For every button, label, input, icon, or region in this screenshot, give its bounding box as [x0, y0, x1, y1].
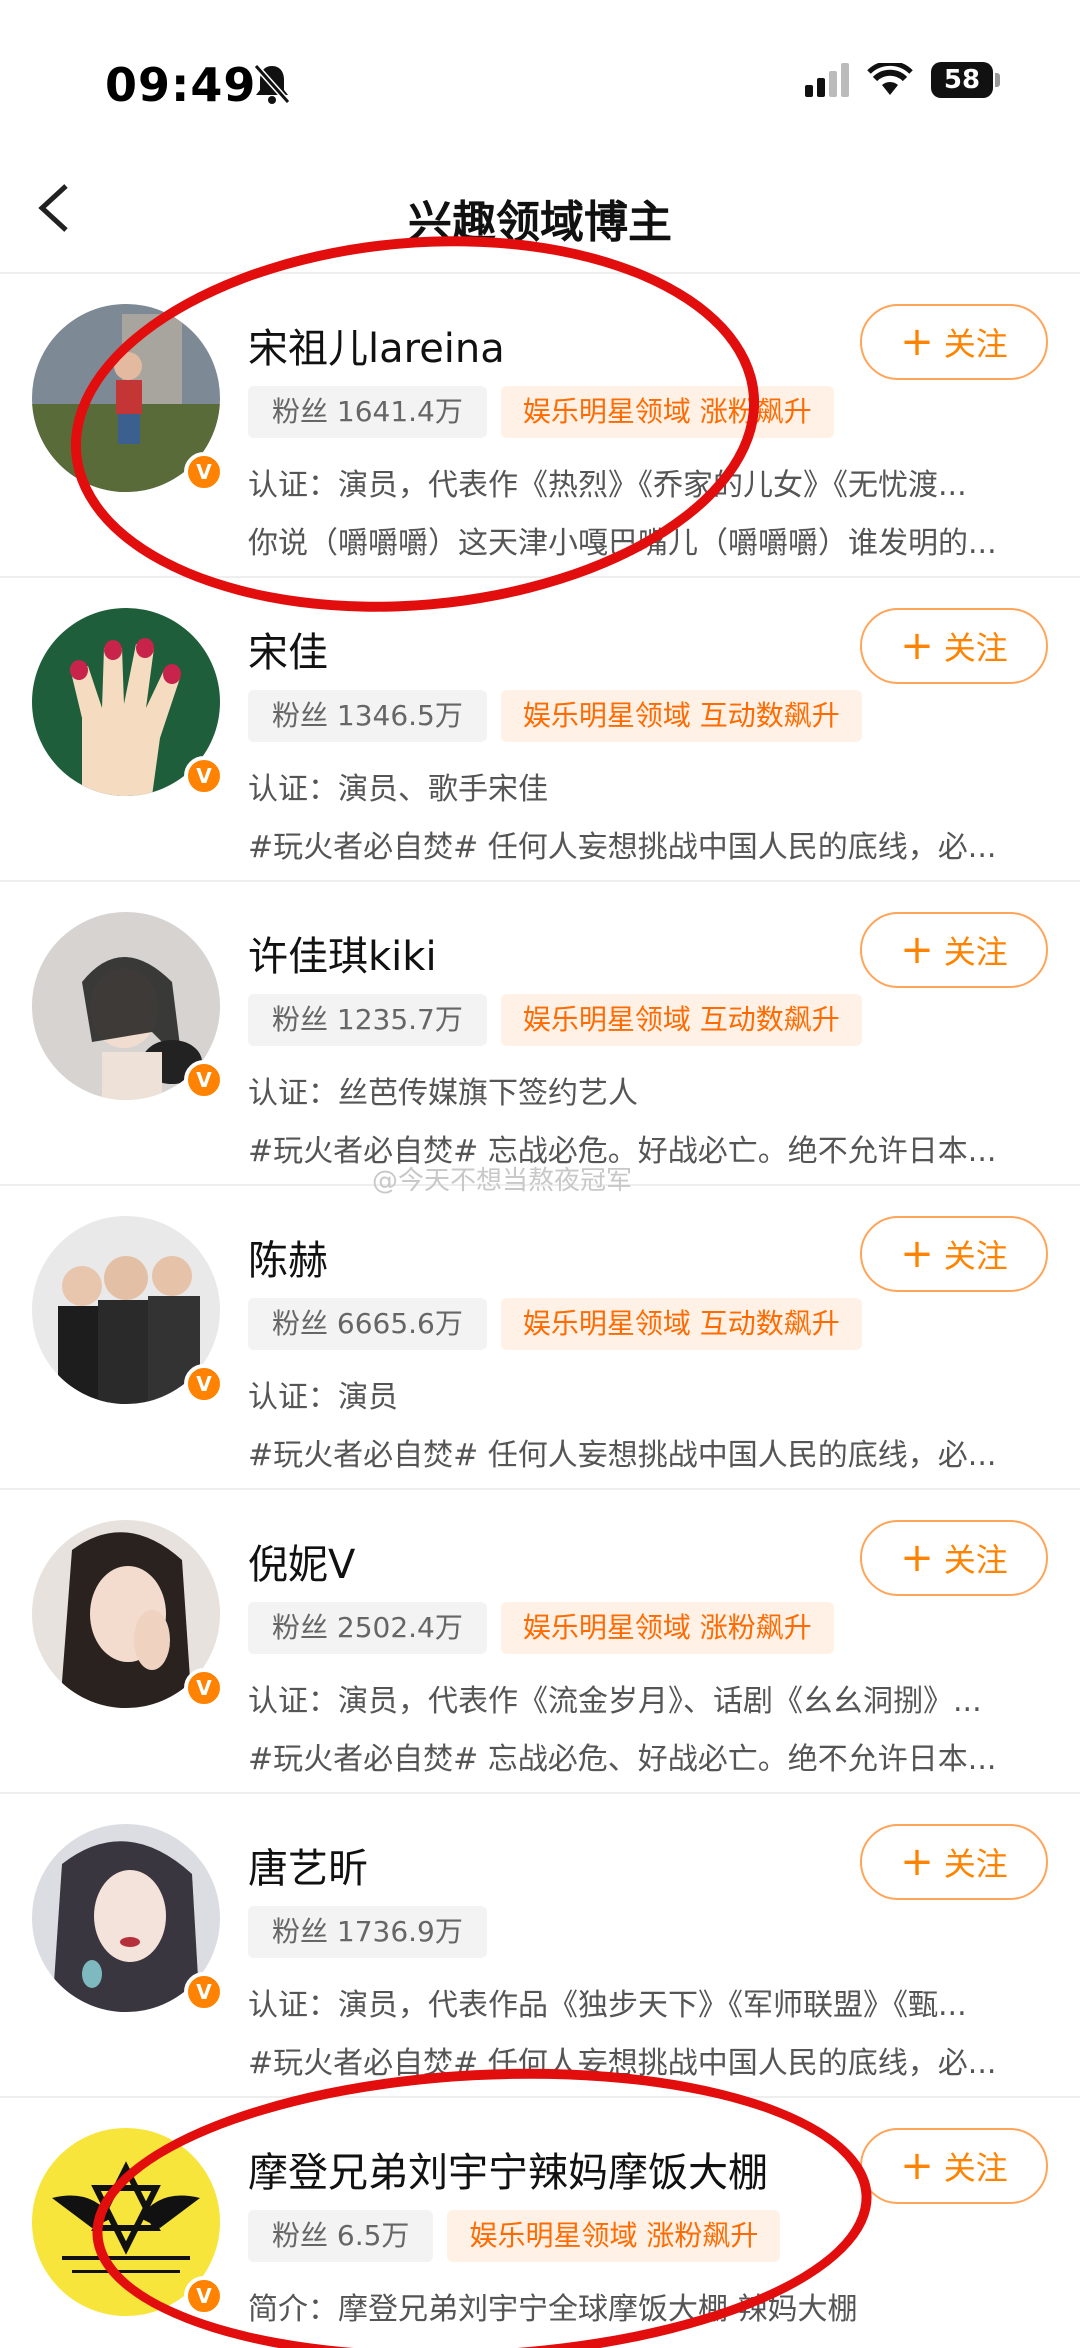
verification-text: 认证：演员，代表作品《独步天下》《军师联盟》《甄...	[248, 1988, 967, 2023]
list-item[interactable]: V 唐艺昕 粉丝 1736.9万 认证：演员，代表作品《独步天下》《军师联盟》《…	[0, 1792, 1080, 2096]
status-bar: 09:49 58	[0, 0, 1080, 150]
domain-tag: 娱乐明星领域 互动数飙升	[500, 1298, 862, 1350]
plus-icon: +	[900, 623, 934, 669]
blogger-name[interactable]: 倪妮V	[248, 1532, 355, 1590]
plus-icon: +	[900, 2143, 934, 2189]
blogger-name[interactable]: 唐艺昕	[248, 1836, 368, 1894]
verified-badge-icon: V	[184, 1364, 224, 1404]
fans-count: 粉丝 1235.7万	[248, 994, 487, 1046]
signal-icon	[805, 63, 849, 97]
list-item[interactable]: V 许佳琪kiki 粉丝 1235.7万 娱乐明星领域 互动数飙升 认证：丝芭传…	[0, 880, 1080, 1184]
blogger-list: V 宋祖儿lareina 粉丝 1641.4万 娱乐明星领域 涨粉飙升 认证：演…	[0, 272, 1080, 2348]
fans-count: 粉丝 1641.4万	[248, 386, 487, 438]
fans-count: 粉丝 6.5万	[248, 2210, 434, 2262]
list-item[interactable]: V 陈赫 粉丝 6665.6万 娱乐明星领域 互动数飙升 认证：演员 #玩火者必…	[0, 1184, 1080, 1488]
recent-post-text: #玩火者必自焚# 任何人妄想挑战中国人民的底线，必...	[248, 2046, 997, 2081]
domain-tag: 娱乐明星领域 互动数飙升	[500, 690, 862, 742]
blogger-name[interactable]: 摩登兄弟刘宇宁辣妈摩饭大棚	[248, 2140, 768, 2198]
domain-tag: 娱乐明星领域 涨粉飙升	[500, 1602, 834, 1654]
verified-badge-icon: V	[184, 2276, 224, 2316]
follow-button[interactable]: + 关注	[860, 1216, 1048, 1292]
domain-tag: 娱乐明星领域 互动数飙升	[500, 994, 862, 1046]
verified-badge-icon: V	[184, 1668, 224, 1708]
follow-button[interactable]: + 关注	[860, 1520, 1048, 1596]
status-time: 09:49	[105, 58, 257, 112]
follow-button[interactable]: + 关注	[860, 304, 1048, 380]
blogger-name[interactable]: 宋佳	[248, 620, 328, 678]
recent-post-text: #玩火者必自焚# 忘战必危、好战必亡。绝不允许日本...	[248, 1742, 997, 1777]
plus-icon: +	[900, 1839, 934, 1885]
blogger-name[interactable]: 宋祖儿lareina	[248, 316, 505, 374]
follow-button[interactable]: + 关注	[860, 608, 1048, 684]
follow-button[interactable]: + 关注	[860, 2128, 1048, 2204]
verification-text: 认证：演员，代表作《流金岁月》、话剧《幺幺洞捌》...	[248, 1684, 982, 1719]
plus-icon: +	[900, 927, 934, 973]
blogger-name[interactable]: 陈赫	[248, 1228, 328, 1286]
domain-tag: 娱乐明星领域 涨粉飙升	[500, 386, 834, 438]
recent-post-text: 你说（嚼嚼嚼）这天津小嘎巴嘴儿（嚼嚼嚼）谁发明的...	[248, 526, 997, 561]
verification-text: 认证：演员、歌手宋佳	[248, 772, 548, 807]
bell-muted-icon	[253, 64, 291, 104]
verified-badge-icon: V	[184, 1972, 224, 2012]
watermark: @今天不想当熬夜冠军	[372, 1166, 633, 1196]
nav-bar: 兴趣领域博主	[0, 150, 1080, 272]
verification-text: 认证：演员，代表作《热烈》《乔家的儿女》《无忧渡...	[248, 468, 967, 503]
recent-post-text: #玩火者必自焚# 任何人妄想挑战中国人民的底线，必...	[248, 830, 997, 865]
fans-count: 粉丝 6665.6万	[248, 1298, 487, 1350]
battery-icon: 58	[931, 62, 1000, 98]
follow-button[interactable]: + 关注	[860, 912, 1048, 988]
plus-icon: +	[900, 1535, 934, 1581]
verified-badge-icon: V	[184, 452, 224, 492]
domain-tag: 娱乐明星领域 涨粉飙升	[447, 2210, 781, 2262]
list-item[interactable]: V 摩登兄弟刘宇宁辣妈摩饭大棚 粉丝 6.5万 娱乐明星领域 涨粉飙升 简介：摩…	[0, 2096, 1080, 2348]
verification-text: 认证：演员	[248, 1380, 398, 1415]
fans-count: 粉丝 2502.4万	[248, 1602, 487, 1654]
fans-count: 粉丝 1346.5万	[248, 690, 487, 742]
wifi-icon	[867, 63, 913, 95]
verified-badge-icon: V	[184, 1060, 224, 1100]
plus-icon: +	[900, 319, 934, 365]
verification-text: 认证：丝芭传媒旗下签约艺人	[248, 1076, 638, 1111]
list-item[interactable]: V 倪妮V 粉丝 2502.4万 娱乐明星领域 涨粉飙升 认证：演员，代表作《流…	[0, 1488, 1080, 1792]
blogger-name[interactable]: 许佳琪kiki	[248, 924, 437, 982]
follow-button[interactable]: + 关注	[860, 1824, 1048, 1900]
battery-level: 58	[931, 62, 993, 98]
plus-icon: +	[900, 1231, 934, 1277]
list-item[interactable]: V 宋佳 粉丝 1346.5万 娱乐明星领域 互动数飙升 认证：演员、歌手宋佳 …	[0, 576, 1080, 880]
recent-post-text: #玩火者必自焚# 忘战必危。好战必亡。绝不允许日本...	[248, 1134, 997, 1169]
list-item[interactable]: V 宋祖儿lareina 粉丝 1641.4万 娱乐明星领域 涨粉飙升 认证：演…	[0, 272, 1080, 576]
intro-text: 简介：摩登兄弟刘宇宁全球摩饭大棚·辣妈大棚	[248, 2292, 858, 2327]
verified-badge-icon: V	[184, 756, 224, 796]
recent-post-text: #玩火者必自焚# 任何人妄想挑战中国人民的底线，必...	[248, 1438, 997, 1473]
fans-count: 粉丝 1736.9万	[248, 1906, 487, 1958]
page-title: 兴趣领域博主	[408, 197, 672, 248]
